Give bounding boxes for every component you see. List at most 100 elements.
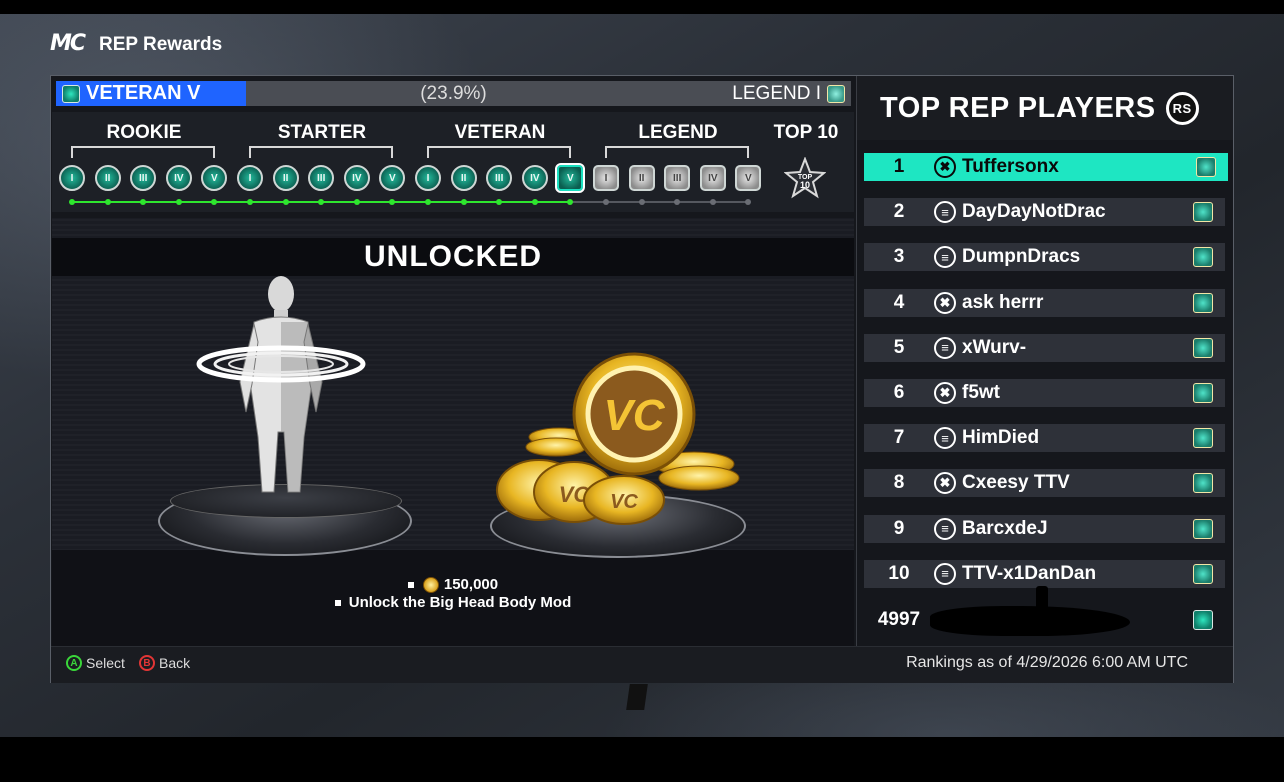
player-name: Tuffersonx <box>962 156 1059 177</box>
leaderboard-row[interactable]: 10 ≡ TTV-x1DanDan <box>864 559 1225 588</box>
playstation-icon: ≡ <box>934 246 956 269</box>
tier-badge-veteran-3[interactable]: III <box>486 165 513 191</box>
player-name: xWurv- <box>962 336 1027 358</box>
xbox-icon: ✖ <box>934 382 956 404</box>
page-title: REP Rewards <box>99 34 223 55</box>
player-rank: 5 <box>893 336 905 358</box>
tier-badge-legend-3[interactable]: III <box>664 165 691 191</box>
big-head-body-model <box>196 276 366 493</box>
tier-badge-legend-4[interactable]: IV <box>699 165 726 191</box>
player-rank: 6 <box>893 382 905 403</box>
leaderboard-row[interactable]: 6 ✖ f5wt <box>864 379 1225 407</box>
leaderboard-title: TOP REP PLAYERS RS <box>880 92 1199 125</box>
back-button[interactable]: B Back <box>139 655 190 671</box>
tier-progress-dot <box>353 199 360 205</box>
tier-progress-dot <box>425 199 431 205</box>
legend-badge-icon <box>1193 428 1213 449</box>
svg-text:10: 10 <box>800 180 810 190</box>
top10-label: TOP 10 <box>773 122 839 143</box>
tier-badge-legend-1[interactable]: I <box>593 165 619 191</box>
player-name: Cxeesy TTV <box>962 472 1070 494</box>
player-rank: 10 <box>888 562 910 584</box>
tier-badge-starter-2[interactable]: II <box>272 165 299 191</box>
player-rank: 4 <box>893 291 905 313</box>
back-label: Back <box>159 655 191 671</box>
leaderboard-row[interactable]: 9 ≡ BarcxdeJ <box>864 514 1225 543</box>
tier-progress-dot <box>709 199 716 205</box>
tier-badge-rookie-2[interactable]: II <box>94 165 121 191</box>
leaderboard-row[interactable]: 3 ≡ DumpnDracs <box>864 243 1225 272</box>
rep-progress-bar: (23.9%) VETERAN V LEGEND I <box>56 81 851 106</box>
legend-shield-icon <box>827 84 845 103</box>
player-name: TTV-x1DanDan <box>962 562 1097 584</box>
playstation-icon: ≡ <box>934 336 956 359</box>
playstation-icon: ≡ <box>934 201 956 224</box>
legend-badge-icon <box>1196 157 1216 177</box>
svg-text:VC: VC <box>603 391 665 440</box>
legend-badge-icon <box>1193 383 1213 403</box>
xbox-icon: ✖ <box>934 291 956 314</box>
leaderboard-row[interactable]: 1 ✖ Tuffersonx <box>864 153 1228 181</box>
redacted-mark <box>1036 586 1048 610</box>
tier-progress-dot <box>282 199 289 205</box>
next-level: LEGEND I <box>732 82 845 105</box>
player-name: ask herrr <box>962 291 1044 313</box>
tier-group-label-veteran: VETERAN <box>454 122 546 143</box>
current-level: VETERAN V <box>62 82 200 105</box>
next-level-label: LEGEND I <box>732 82 821 104</box>
leaderboard-row[interactable]: 4 ✖ ask herrr <box>864 288 1225 317</box>
player-name: HimDied <box>962 427 1040 449</box>
playstation-icon: ≡ <box>934 562 956 585</box>
tier-progress-dot <box>603 199 609 205</box>
tier-progress-dot <box>531 199 538 205</box>
tier-badge-veteran-2[interactable]: II <box>450 165 477 191</box>
tier-badge-starter-4[interactable]: IV <box>343 165 370 191</box>
tier-progress-dot <box>175 199 182 205</box>
mc-logo: MC <box>50 31 86 56</box>
leaderboard-row[interactable]: 8 ✖ Cxeesy TTV <box>864 469 1225 498</box>
tier-group-bracket <box>249 146 394 158</box>
leaderboard-row[interactable]: 7 ≡ HimDied <box>864 424 1225 453</box>
tier-badge-veteran-4[interactable]: IV <box>521 165 548 191</box>
tier-badge-rookie-1[interactable]: I <box>59 165 85 191</box>
bullet-icon <box>334 599 341 606</box>
a-button-icon: A <box>66 655 82 671</box>
tier-badge-legend-2[interactable]: II <box>628 165 655 191</box>
player-rank: 9 <box>893 517 905 539</box>
svg-text:VC: VC <box>610 491 638 513</box>
leaderboard-row[interactable]: 5 ≡ xWurv- <box>864 333 1225 362</box>
playstation-icon: ≡ <box>934 427 956 450</box>
tier-badge-legend-5[interactable]: V <box>735 165 762 191</box>
veteran-shield-icon <box>62 84 80 103</box>
tier-badge-starter-3[interactable]: III <box>308 165 335 191</box>
rankings-timestamp: Rankings as of 4/29/2026 6:00 AM UTC <box>906 654 1188 671</box>
leaderboard-row[interactable]: 2 ≡ DayDayNotDrac <box>864 198 1225 227</box>
top10-star-icon[interactable]: TOP 10 <box>784 157 826 199</box>
tier-progress-line-remaining <box>570 201 749 203</box>
vc-coins-icon: VC VC VC <box>496 352 740 525</box>
legend-badge-icon <box>1193 292 1213 313</box>
tier-group-label-rookie: ROOKIE <box>106 122 182 143</box>
tier-group-bracket <box>427 146 572 158</box>
tier-badge-veteran-5[interactable]: V <box>555 163 586 193</box>
tier-badge-veteran-1[interactable]: I <box>415 165 441 191</box>
select-button[interactable]: A Select <box>66 655 125 671</box>
player-rank: 2 <box>893 201 905 223</box>
tier-badge-starter-1[interactable]: I <box>237 165 263 191</box>
tier-progress-dot <box>104 199 111 205</box>
tier-group-bracket <box>71 146 216 158</box>
reward-item-vc: 150,000 <box>52 576 854 593</box>
reward-item-body-mod: Unlock the Big Head Body Mod <box>52 594 854 611</box>
b-button-icon: B <box>139 655 155 671</box>
legend-badge-icon <box>1193 473 1213 494</box>
my-rank-badge-icon <box>1193 610 1213 630</box>
legend-badge-icon <box>1193 518 1213 539</box>
tier-badge-rookie-3[interactable]: III <box>130 165 157 191</box>
rs-button-icon[interactable]: RS <box>1165 92 1199 125</box>
player-name: BarcxdeJ <box>962 517 1048 539</box>
tier-progress-dot <box>638 199 645 205</box>
tier-badge-rookie-4[interactable]: IV <box>165 165 192 191</box>
legend-badge-icon <box>1193 202 1213 223</box>
player-name: DumpnDracs <box>962 246 1081 268</box>
tier-group-label-starter: STARTER <box>277 122 367 143</box>
